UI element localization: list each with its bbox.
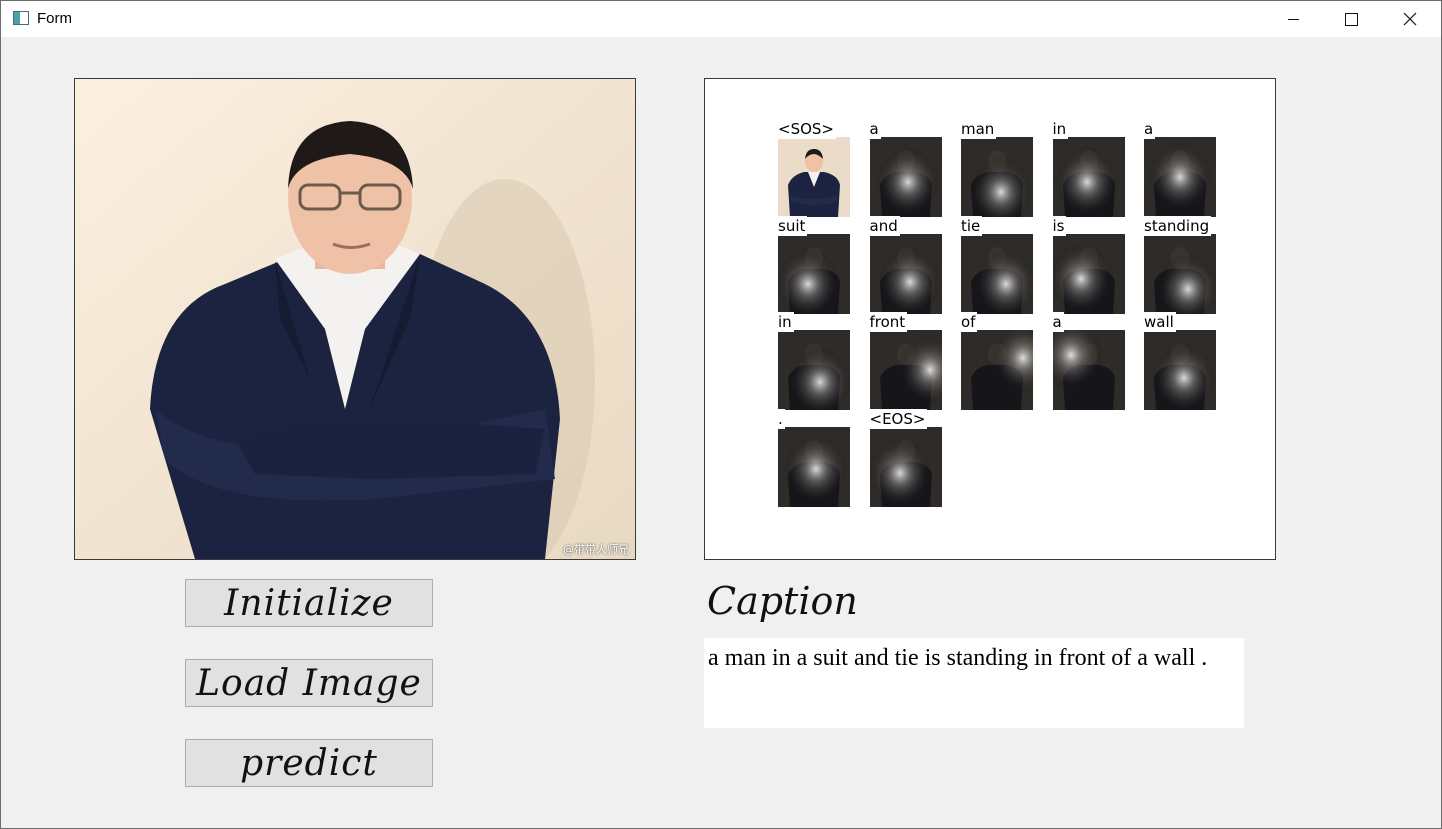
attention-word: suit [778,215,808,236]
attention-heatmap [869,233,942,314]
attention-tile: man [961,119,1033,217]
attention-word: wall [1144,312,1176,332]
attention-word: and [869,215,900,236]
close-button[interactable] [1381,1,1439,37]
maximize-icon [1344,12,1358,26]
attention-word: in [1052,119,1069,139]
close-icon [1403,12,1417,26]
minimize-icon [1287,18,1299,20]
predict-button[interactable]: predict [185,739,433,787]
attention-word: a [1144,119,1156,139]
initialize-button[interactable]: Initialize [185,579,433,627]
attention-heatmap [869,330,942,410]
attention-word: front [869,312,908,332]
attention-word: man [961,119,997,139]
attention-heatmap [1144,233,1216,314]
attention-word: of [961,312,978,332]
minimize-button[interactable] [1264,1,1322,37]
input-image: @带带人师兄 [74,78,636,560]
attention-tile: a [1052,312,1125,410]
window-title: Form [37,10,72,27]
attention-heatmap [778,233,850,314]
attention-heatmap [1144,330,1216,410]
attention-heatmap [869,137,942,217]
app-window: Form @带带人师兄 <SOS> a man in a suit and ti… [0,0,1442,829]
attention-heatmap [778,330,850,410]
attention-heatmap [961,330,1033,410]
attention-heatmap [869,426,942,507]
title-bar[interactable]: Form [1,1,1441,37]
attention-word: standing [1144,215,1212,236]
attention-tile: and [869,215,942,314]
attention-tile: front [869,312,942,410]
attention-heatmap [1052,137,1125,217]
caption-label: Caption [707,579,858,623]
attention-heatmap [1052,233,1125,314]
load-image-button[interactable]: Load Image [185,659,433,707]
attention-heatmap [778,137,850,217]
app-window-icon [13,11,29,25]
attention-tile: is [1052,215,1125,314]
attention-tile: standing [1144,215,1216,314]
attention-word: a [869,119,881,139]
attention-word: <SOS> [778,119,836,139]
attention-tile: wall [1144,312,1216,410]
attention-word: in [778,312,794,332]
attention-heatmap [961,137,1033,217]
attention-heatmap [778,426,850,507]
attention-tile: . [778,408,850,507]
attention-tile: in [778,312,850,410]
attention-word: tie [961,215,983,236]
attention-tile: <EOS> [869,408,942,507]
attention-tile: a [1144,119,1216,217]
attention-map: <SOS> a man in a suit and tie is standing in front o… [704,78,1276,560]
person-photo [75,79,635,559]
attention-heatmap [1144,137,1216,217]
attention-tile: suit [778,215,850,314]
attention-heatmap [961,233,1033,314]
caption-output[interactable]: a man in a suit and tie is standing in f… [704,638,1244,728]
attention-heatmap [1052,330,1125,410]
attention-tile: tie [961,215,1033,314]
attention-tile: a [869,119,942,217]
attention-tile: of [961,312,1033,410]
attention-word: is [1052,215,1067,236]
attention-word: a [1052,312,1064,332]
attention-word: . [778,408,785,429]
attention-word: <EOS> [869,408,928,429]
attention-tile: <SOS> [778,119,850,217]
attention-tile: in [1052,119,1125,217]
photo-watermark: @带带人师兄 [563,543,629,556]
maximize-button[interactable] [1322,1,1380,37]
